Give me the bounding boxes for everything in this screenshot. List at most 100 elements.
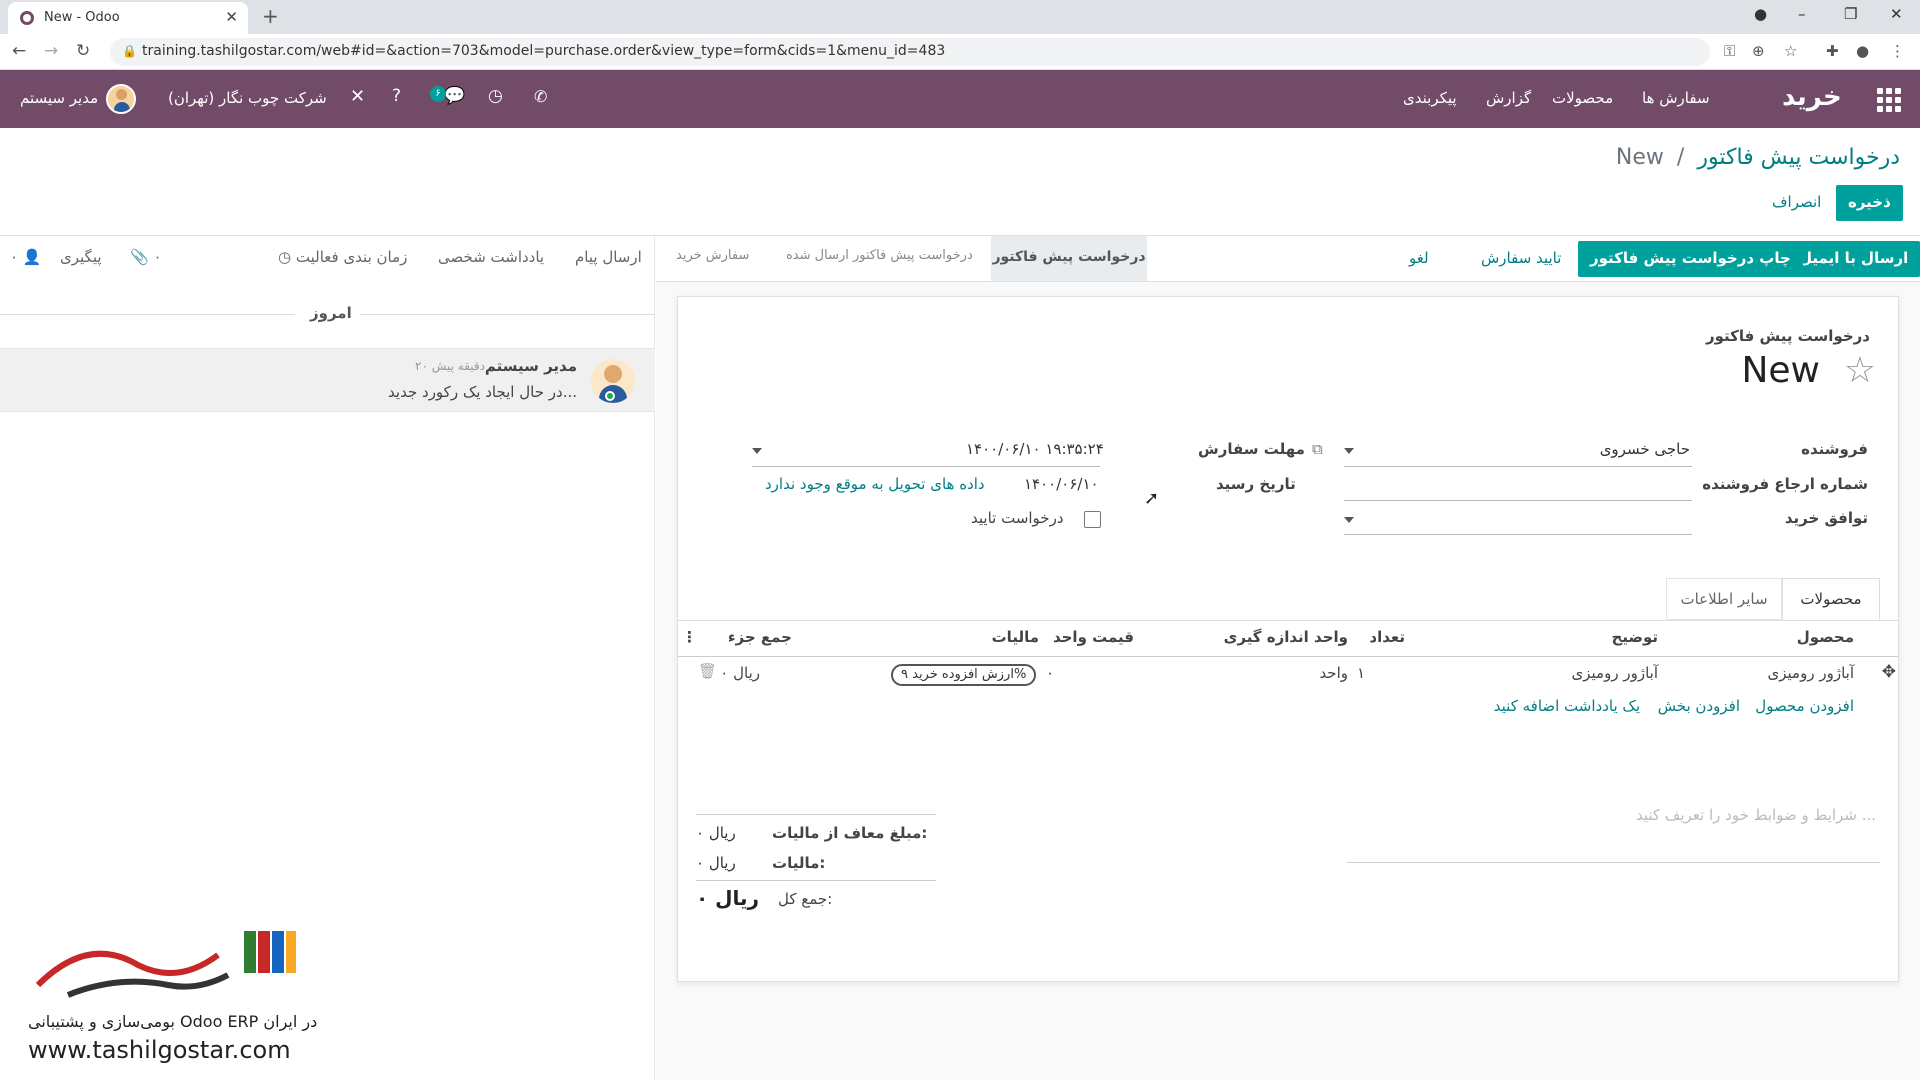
optional-columns-icon[interactable]: ⋮ xyxy=(682,628,697,646)
col-unit-price[interactable]: قیمت واحد xyxy=(1053,628,1134,646)
col-quantity[interactable]: تعداد xyxy=(1369,628,1405,646)
url-field[interactable]: 🔒 training.tashilgostar.com/web#id=&acti… xyxy=(110,38,1710,66)
stage-rfq[interactable]: درخواست پیش فاکتور xyxy=(991,236,1147,282)
restore-icon[interactable]: ❐ xyxy=(1844,5,1857,23)
receipt-date-label: تاریخ رسید xyxy=(1216,475,1296,493)
totals-top-divider xyxy=(696,814,936,815)
attachments-button[interactable]: 📎 ۰ xyxy=(130,248,162,266)
col-subtotal[interactable]: جمع جزء xyxy=(728,628,792,646)
activity-clock-icon[interactable]: ◷ xyxy=(488,86,503,106)
col-product[interactable]: محصول xyxy=(1797,628,1854,646)
stage-rfq-sent[interactable]: درخواست پیش فاکتور ارسال شده xyxy=(786,248,973,263)
menu-orders[interactable]: سفارش ها xyxy=(1642,89,1710,107)
tax-amount-value: ۰ ریال xyxy=(696,854,736,872)
extensions-icon[interactable]: ✚ xyxy=(1826,42,1839,60)
chatter-message[interactable]: مدیر سیستم ۲۰ دقیقه پیش در حال ایجاد یک … xyxy=(0,348,655,412)
total-value: ۰ ریال xyxy=(696,886,760,910)
watermark-url: www.tashilgostar.com xyxy=(28,1036,291,1064)
message-author[interactable]: مدیر سیستم xyxy=(485,357,577,375)
col-description[interactable]: توضیح xyxy=(1612,628,1658,646)
row-product[interactable]: آباژور رومیزی xyxy=(1768,664,1854,682)
row-quantity[interactable]: ۱ xyxy=(1357,664,1365,682)
back-icon[interactable]: ← xyxy=(12,41,26,61)
save-button[interactable]: ذخیره xyxy=(1836,185,1903,221)
tab-other-info[interactable]: سایر اطلاعات xyxy=(1666,578,1782,620)
col-uom[interactable]: واحد اندازه گیری xyxy=(1224,628,1348,646)
send-by-email-button[interactable]: ارسال با ایمیل xyxy=(1787,241,1920,277)
menu-products[interactable]: محصولات xyxy=(1552,89,1613,107)
follow-button[interactable]: پیگیری xyxy=(60,248,102,266)
bookmark-star-icon[interactable]: ☆ xyxy=(1784,42,1797,60)
vendor-label: فروشنده xyxy=(1801,440,1868,458)
add-product-link[interactable]: افزودن محصول xyxy=(1755,697,1854,715)
browser-tab[interactable]: New - Odoo ✕ xyxy=(8,2,248,34)
schedule-activity-button[interactable]: ◷ زمان بندی فعالیت xyxy=(278,248,407,266)
print-rfq-button[interactable]: چاپ درخواست پیش فاکتور xyxy=(1578,241,1803,277)
user-name[interactable]: مدیر سیستم xyxy=(20,89,98,107)
order-deadline-dropdown-icon[interactable] xyxy=(752,448,762,454)
col-taxes[interactable]: مالیات xyxy=(992,628,1039,646)
help-icon[interactable]: ? xyxy=(392,86,401,106)
reload-icon[interactable]: ↻ xyxy=(76,41,90,61)
app-menu-icon[interactable] xyxy=(1877,88,1901,112)
cancel-order-button[interactable]: لغو xyxy=(1397,241,1441,277)
close-window-icon[interactable]: ✕ xyxy=(1890,5,1903,23)
profile-menu-icon[interactable]: ● xyxy=(1754,5,1767,23)
log-note-button[interactable]: یادداشت شخصی xyxy=(438,248,544,266)
delete-line-icon[interactable]: 🗑 xyxy=(698,662,717,680)
vendor-dropdown-icon[interactable] xyxy=(1344,448,1354,454)
drag-handle-icon[interactable]: ✥ xyxy=(1882,662,1896,682)
menu-reporting[interactable]: گزارش xyxy=(1486,89,1531,107)
forward-icon[interactable]: → xyxy=(44,41,58,61)
day-divider-right xyxy=(360,314,655,315)
chat-icon[interactable]: 💬 xyxy=(444,86,465,106)
breadcrumb-parent[interactable]: درخواست پیش فاکتور xyxy=(1697,145,1900,170)
key-icon[interactable]: ⚿ xyxy=(1724,42,1735,60)
zoom-icon[interactable]: ⊕ xyxy=(1752,42,1765,60)
minimize-icon[interactable]: – xyxy=(1798,5,1806,23)
table-header-divider xyxy=(678,656,1898,657)
row-unit-price[interactable]: ۰ xyxy=(1046,664,1054,682)
vendor-field-underline xyxy=(1344,466,1692,467)
tab-products[interactable]: محصولات xyxy=(1782,578,1880,620)
order-deadline-value[interactable]: ۱۴۰۰/۰۶/۱۰ ۱۹:۳۵:۲۴ xyxy=(966,440,1104,458)
profile-icon[interactable]: ● xyxy=(1856,42,1869,60)
send-message-button[interactable]: ارسال پیام xyxy=(575,248,642,266)
browser-menu-icon[interactable]: ⋮ xyxy=(1890,42,1905,60)
on-time-delivery-warning: داده های تحویل به موقع وجود ندارد xyxy=(765,475,985,493)
add-section-link[interactable]: افزودن بخش xyxy=(1658,697,1740,715)
attachments-count: ۰ xyxy=(153,248,162,266)
vendor-reference-input[interactable] xyxy=(1344,500,1692,501)
app-name[interactable]: خرید xyxy=(1782,82,1842,112)
debug-tools-icon[interactable]: ✕ xyxy=(350,86,365,107)
confirm-order-button[interactable]: تایید سفارش xyxy=(1469,241,1573,277)
row-subtotal: ۰ ریال xyxy=(720,664,760,682)
company-switcher[interactable]: شرکت چوب نگار (تهران) xyxy=(168,89,327,107)
discard-button[interactable]: انصراف xyxy=(1760,185,1833,221)
vendor-value[interactable]: حاجی خسروی xyxy=(1600,440,1690,458)
vendor-external-link-icon[interactable]: ⧉ xyxy=(1312,440,1323,458)
terms-conditions-input[interactable]: شرایط و ضوابط خود را تعریف کنید ... xyxy=(1636,806,1876,824)
row-uom[interactable]: واحد xyxy=(1319,664,1348,682)
odoo-navbar: خرید سفارش ها محصولات گزارش پیکربندی مدی… xyxy=(0,70,1920,128)
stage-purchase-order[interactable]: سفارش خرید xyxy=(676,248,749,263)
address-bar: ← → ↻ 🔒 training.tashilgostar.com/web#id… xyxy=(0,34,1920,70)
row-description[interactable]: آباژور رومیزی xyxy=(1572,664,1658,682)
new-tab-icon[interactable]: + xyxy=(262,4,279,28)
order-deadline-underline xyxy=(752,466,1100,467)
agreement-dropdown-icon[interactable] xyxy=(1344,517,1354,523)
menu-configuration[interactable]: پیکربندی xyxy=(1403,89,1457,107)
order-deadline-label: مهلت سفارش xyxy=(1198,440,1305,458)
receipt-date-value[interactable]: ۱۴۰۰/۰۶/۱۰ xyxy=(1024,475,1099,493)
day-divider-left xyxy=(0,314,295,315)
close-tab-icon[interactable]: ✕ xyxy=(225,8,238,26)
followers-count: ۰ xyxy=(10,248,19,266)
add-note-link[interactable]: یک یادداشت اضافه کنید xyxy=(1494,697,1640,715)
phone-icon[interactable]: ✆ xyxy=(534,87,547,106)
tax-tag[interactable]: ارزش افزوده خرید ۹% xyxy=(891,664,1037,686)
ask-confirmation-checkbox[interactable] xyxy=(1084,511,1101,528)
priority-star-icon[interactable]: ☆ xyxy=(1844,350,1876,391)
purchase-agreement-input[interactable] xyxy=(1344,534,1692,535)
user-avatar[interactable] xyxy=(106,84,136,114)
followers-button[interactable]: ۰ 👤 xyxy=(10,248,42,266)
